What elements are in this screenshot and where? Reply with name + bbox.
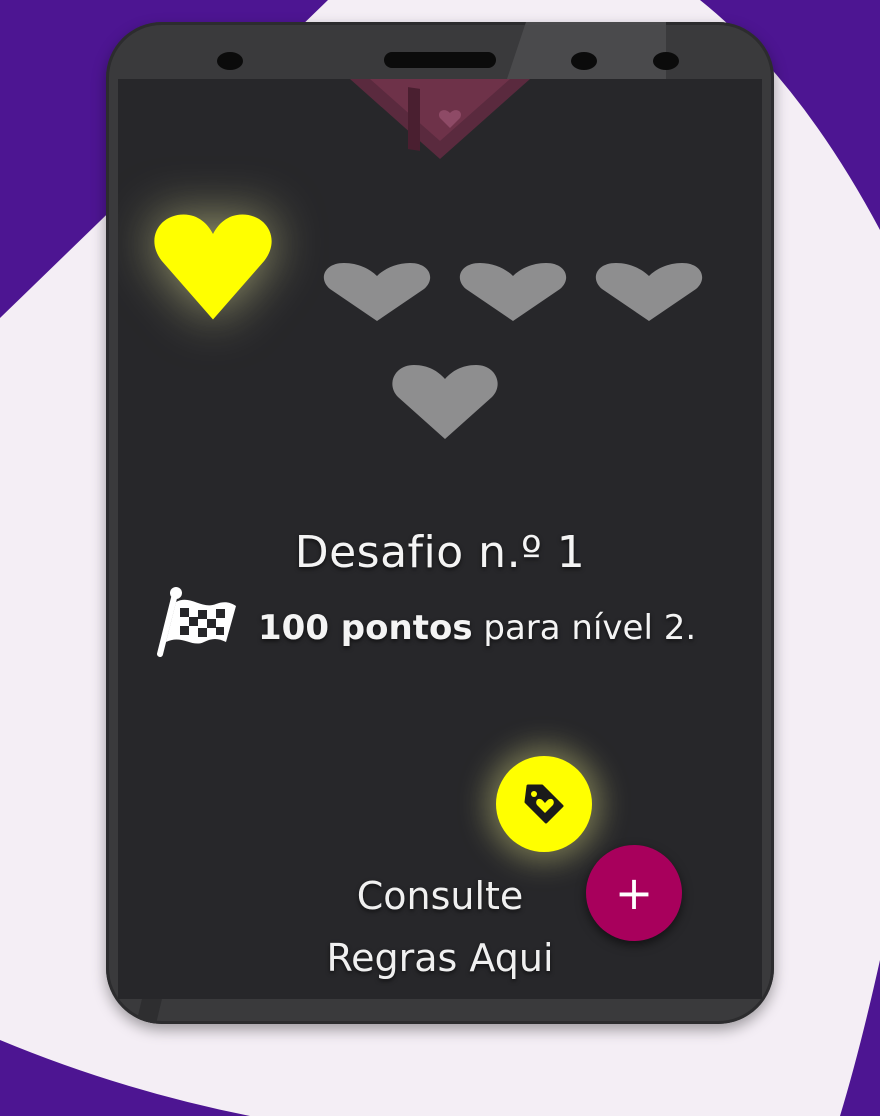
- life-heart-empty: [392, 365, 498, 439]
- phone-speaker: [384, 52, 496, 68]
- rules-line-1: Consulte: [356, 874, 524, 918]
- life-heart-empty: [323, 263, 431, 321]
- checkered-flag-icon: [157, 587, 236, 657]
- life-heart-active: [154, 214, 272, 320]
- life-heart-empty: [459, 263, 567, 321]
- phone-screen: Desafio n.º 1 100 pontos para nível 2. C…: [118, 79, 762, 999]
- life-heart-empty: [595, 263, 703, 321]
- rules-link[interactable]: Consulte Regras Aqui: [298, 865, 582, 989]
- tag-button[interactable]: [496, 756, 592, 852]
- goal-suffix: para nível 2.: [483, 608, 697, 648]
- rules-line-2: Regras Aqui: [326, 936, 554, 980]
- challenge-title: Desafio n.º 1: [294, 527, 586, 578]
- goal-points: 100 pontos: [258, 608, 473, 648]
- front-camera: [217, 52, 243, 70]
- purple-shape-bottom-left: [0, 1040, 250, 1116]
- tag-heart-icon: [524, 784, 564, 824]
- sensor-dot: [571, 52, 597, 70]
- gift-box-icon: [350, 79, 530, 159]
- phone-frame: Desafio n.º 1 100 pontos para nível 2. C…: [106, 22, 774, 1024]
- sensor-dot: [653, 52, 679, 70]
- add-button[interactable]: +: [586, 845, 682, 941]
- goal-text: 100 pontos para nível 2.: [258, 608, 696, 648]
- purple-shape-bottom-right: [840, 960, 880, 1116]
